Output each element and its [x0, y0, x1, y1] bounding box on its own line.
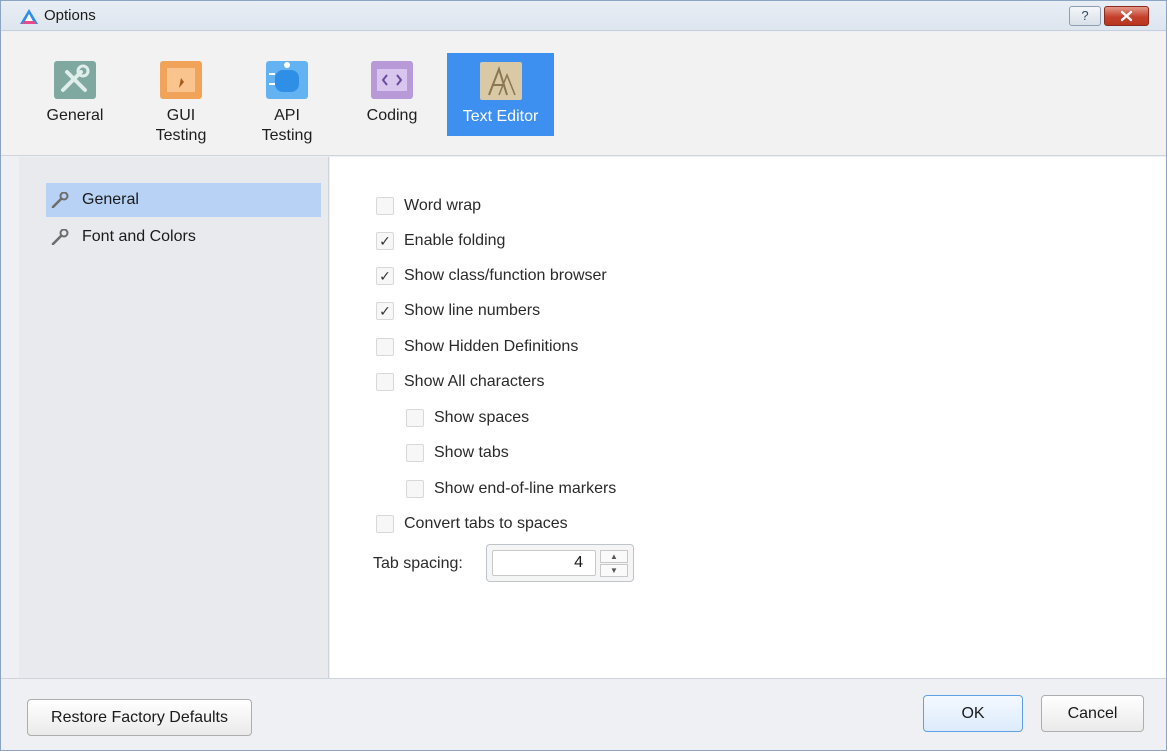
caret-up-icon: ▲: [610, 552, 618, 561]
toolbar-item-api-testing[interactable]: API Testing: [249, 52, 325, 148]
toolbar-item-label: Text Editor: [462, 108, 539, 125]
text-editor-icon: [479, 62, 522, 100]
convert-tabs-to-spaces-checkbox[interactable]: [376, 515, 394, 533]
toolbar-item-label: Coding: [366, 107, 418, 124]
word-wrap-option[interactable]: Word wrap: [376, 195, 576, 217]
tab-spacing-label: Tab spacing:: [373, 555, 463, 572]
checkbox-label: Show end-of-line markers: [434, 480, 617, 497]
caret-down-icon: ▼: [610, 566, 618, 575]
toolbar-item-label: General: [46, 107, 104, 124]
checkbox-label: Word wrap: [404, 197, 482, 214]
show-line-numbers-option[interactable]: ✓ Show line numbers: [376, 300, 576, 322]
toolbar-item-general[interactable]: General: [34, 52, 116, 148]
checkbox-label: Show Hidden Definitions: [404, 338, 579, 355]
show-tabs-checkbox[interactable]: [406, 444, 424, 462]
tab-spacing-input[interactable]: 4: [492, 550, 596, 576]
enable-folding-checkbox[interactable]: ✓: [376, 232, 394, 250]
toolbar-item-label: GUI Testing: [155, 107, 207, 144]
checkbox-label: Show All characters: [404, 373, 545, 390]
convert-tabs-to-spaces-option[interactable]: Convert tabs to spaces: [376, 513, 616, 535]
tools-icon: [54, 61, 96, 99]
close-icon: [1120, 10, 1133, 22]
options-dialog: Options ? General GUI Testing API Testin…: [0, 0, 1167, 751]
sidebar-item-label: Font and Colors: [82, 228, 196, 245]
ok-button[interactable]: OK: [923, 695, 1023, 732]
enable-folding-option[interactable]: ✓ Enable folding: [376, 230, 576, 252]
cancel-button[interactable]: Cancel: [1041, 695, 1144, 732]
checkbox-label: Show class/function browser: [404, 267, 607, 284]
wrench-icon: [51, 192, 69, 208]
gui-testing-icon: [160, 61, 202, 99]
show-end-of-line-markers-option[interactable]: Show end-of-line markers: [406, 478, 666, 500]
sidebar-item-general[interactable]: General: [46, 183, 321, 217]
title-bar[interactable]: Options ?: [1, 1, 1166, 31]
settings-sidebar: General Font and Colors: [19, 157, 329, 678]
api-testing-icon: [266, 61, 308, 99]
wrench-icon: [51, 229, 69, 245]
restore-factory-defaults-button[interactable]: Restore Factory Defaults: [27, 699, 252, 736]
show-tabs-option[interactable]: Show tabs: [406, 442, 606, 464]
sidebar-item-font-and-colors[interactable]: Font and Colors: [46, 220, 321, 254]
code-window-icon: [371, 61, 413, 99]
checkbox-label: Show spaces: [434, 409, 530, 426]
show-spaces-option[interactable]: Show spaces: [406, 407, 606, 429]
window-title: Options: [44, 7, 96, 24]
show-all-characters-option[interactable]: Show All characters: [376, 371, 596, 393]
show-all-characters-checkbox[interactable]: [376, 373, 394, 391]
category-toolbar: General GUI Testing API Testing Coding T…: [1, 32, 1166, 156]
spin-down-button[interactable]: ▼: [600, 564, 628, 577]
checkbox-label: Show tabs: [434, 444, 509, 461]
text-editor-general-panel: Word wrap ✓ Enable folding ✓ Show class/…: [330, 157, 1166, 678]
show-spaces-checkbox[interactable]: [406, 409, 424, 427]
checkbox-label: Enable folding: [404, 232, 506, 249]
checkbox-label: Show line numbers: [404, 302, 541, 319]
close-button[interactable]: [1104, 6, 1149, 26]
toolbar-item-gui-testing[interactable]: GUI Testing: [141, 52, 221, 148]
tab-spacing-spinbox: 4 ▲ ▼: [486, 544, 634, 582]
dialog-footer: Restore Factory Defaults OK Cancel: [1, 678, 1166, 750]
sidebar-item-label: General: [82, 191, 139, 208]
app-logo-icon: [20, 9, 38, 24]
show-class-function-browser-option[interactable]: ✓ Show class/function browser: [376, 265, 656, 287]
help-button[interactable]: ?: [1069, 6, 1101, 26]
checkbox-label: Convert tabs to spaces: [404, 515, 568, 532]
spin-up-button[interactable]: ▲: [600, 550, 628, 563]
show-hidden-definitions-checkbox[interactable]: [376, 338, 394, 356]
show-hidden-definitions-option[interactable]: Show Hidden Definitions: [376, 336, 636, 358]
toolbar-item-label: API Testing: [261, 107, 313, 144]
word-wrap-checkbox[interactable]: [376, 197, 394, 215]
toolbar-item-text-editor[interactable]: Text Editor: [447, 53, 554, 136]
show-class-function-browser-checkbox[interactable]: ✓: [376, 267, 394, 285]
toolbar-item-coding[interactable]: Coding: [353, 52, 431, 148]
show-line-numbers-checkbox[interactable]: ✓: [376, 302, 394, 320]
show-end-of-line-markers-checkbox[interactable]: [406, 480, 424, 498]
